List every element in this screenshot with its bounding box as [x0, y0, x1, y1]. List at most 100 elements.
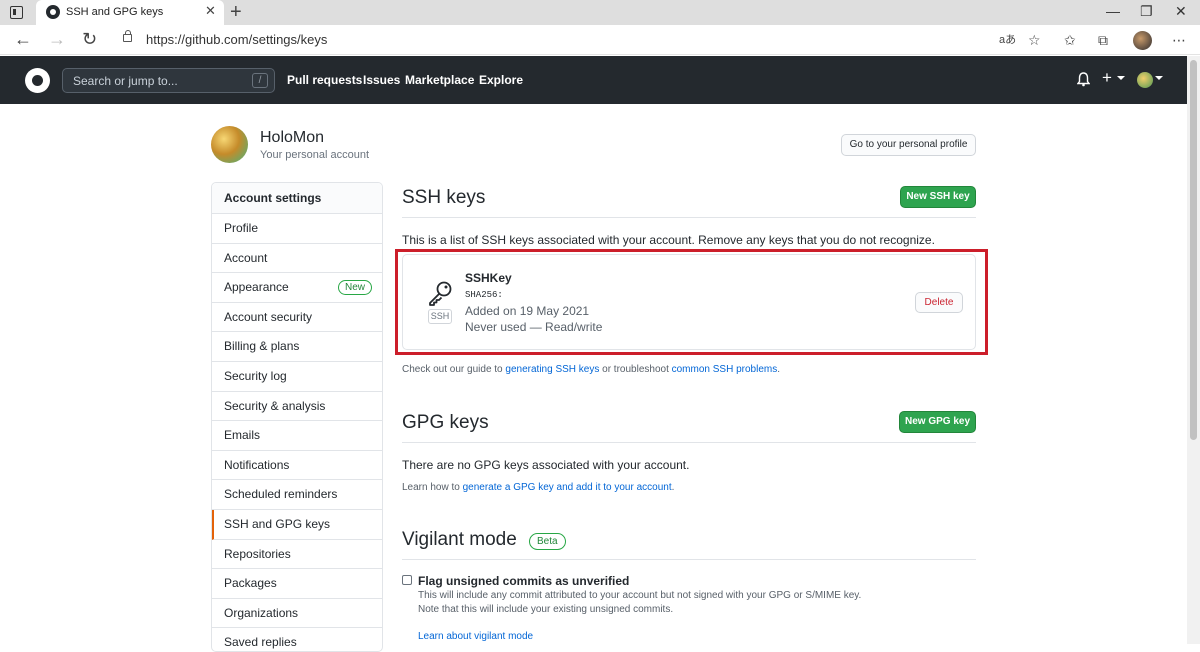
new-gpg-key-button[interactable]: New GPG key	[899, 411, 976, 433]
create-new-icon[interactable]: +	[1102, 68, 1112, 88]
sidebar-item-profile[interactable]: Profile	[212, 214, 382, 244]
personal-profile-button[interactable]: Go to your personal profile	[841, 134, 976, 156]
gpg-empty-text: There are no GPG keys associated with yo…	[402, 458, 690, 472]
page-scrollbar[interactable]	[1187, 56, 1200, 644]
account-name: HoloMon	[260, 129, 325, 146]
sidebar-item-notifications[interactable]: Notifications	[212, 451, 382, 481]
sidebar-item-repositories[interactable]: Repositories	[212, 540, 382, 570]
gpg-help-prefix: Learn how to	[402, 482, 463, 493]
delete-ssh-key-button[interactable]: Delete	[915, 292, 963, 313]
sidebar-item-ssh-gpg-keys[interactable]: SSH and GPG keys	[212, 509, 382, 540]
user-avatar-menu[interactable]	[1137, 72, 1153, 88]
sidebar-item-saved-replies[interactable]: Saved replies	[212, 628, 382, 651]
sidebar-item-organizations[interactable]: Organizations	[212, 599, 382, 629]
sidebar-heading: Account settings	[212, 183, 382, 214]
ssh-type-label: SSH	[428, 309, 452, 324]
ssh-help-suffix: .	[777, 364, 780, 375]
sidebar-item-scheduled-reminders[interactable]: Scheduled reminders	[212, 480, 382, 510]
browser-tab[interactable]: SSH and GPG keys ✕	[36, 0, 224, 25]
gpg-help-text: Learn how to generate a GPG key and add …	[402, 482, 674, 493]
settings-sidebar: Account settings Profile Account Appeara…	[211, 182, 383, 652]
more-icon[interactable]: ⋯	[1172, 32, 1186, 48]
collections-icon[interactable]: ⧉	[1098, 32, 1108, 48]
new-tab-button[interactable]: +	[230, 1, 242, 23]
notifications-bell-icon[interactable]	[1077, 72, 1090, 87]
create-caret-icon[interactable]	[1117, 76, 1125, 80]
maximize-icon[interactable]: ❐	[1140, 3, 1153, 19]
sidebar-item-label: Profile	[224, 221, 259, 235]
ssh-key-added-date: Added on 19 May 2021	[465, 304, 590, 318]
tab-close-icon[interactable]: ✕	[205, 4, 216, 18]
github-favicon-icon	[46, 5, 60, 19]
nav-pull-requests[interactable]: Pull requests	[287, 73, 362, 87]
favorite-add-icon[interactable]: ☆	[1028, 32, 1041, 48]
sidebar-item-label: Scheduled reminders	[224, 487, 338, 502]
search-input[interactable]: Search or jump to... /	[62, 68, 275, 93]
read-aloud-icon[interactable]: aあ	[999, 32, 1016, 48]
refresh-icon[interactable]: ↻	[82, 30, 97, 48]
ssh-description: This is a list of SSH keys associated wi…	[402, 233, 935, 247]
ssh-key-fingerprint: SHA256:	[465, 290, 503, 300]
vigilant-divider	[402, 559, 976, 560]
learn-vigilant-mode-link[interactable]: Learn about vigilant mode	[418, 631, 533, 642]
sidebar-item-packages[interactable]: Packages	[212, 569, 382, 599]
search-placeholder: Search or jump to...	[73, 74, 178, 88]
github-logo-icon[interactable]	[25, 68, 50, 93]
nav-marketplace[interactable]: Marketplace	[405, 73, 474, 87]
sidebar-item-label: SSH and GPG keys	[224, 516, 331, 531]
common-ssh-problems-link[interactable]: common SSH problems	[672, 364, 778, 375]
nav-issues[interactable]: Issues	[363, 73, 400, 87]
gpg-keys-title: GPG keys	[402, 412, 489, 433]
sidebar-item-account[interactable]: Account	[212, 244, 382, 274]
scrollbar-thumb[interactable]	[1190, 60, 1197, 440]
new-ssh-key-button[interactable]: New SSH key	[900, 186, 976, 208]
vigilant-desc-line1: This will include any commit attributed …	[418, 590, 862, 601]
sidebar-item-label: Security & analysis	[224, 398, 326, 413]
nav-explore[interactable]: Explore	[479, 73, 523, 87]
favorites-icon[interactable]: ✩	[1064, 32, 1076, 48]
gpg-divider	[402, 442, 976, 443]
flag-unsigned-commits-checkbox[interactable]	[402, 575, 412, 585]
tab-actions-icon[interactable]	[10, 6, 23, 19]
sidebar-item-label: Repositories	[224, 546, 291, 561]
sidebar-item-label: Saved replies	[224, 635, 297, 650]
forward-icon[interactable]: →	[48, 30, 66, 48]
sidebar-item-label: Notifications	[224, 457, 290, 472]
user-menu-caret-icon[interactable]	[1155, 76, 1163, 80]
search-shortcut-badge: /	[252, 73, 268, 88]
beta-badge: Beta	[529, 533, 566, 550]
sidebar-item-label: Security log	[224, 368, 287, 383]
tab-title: SSH and GPG keys	[66, 6, 164, 18]
ssh-key-usage: Never used — Read/write	[465, 320, 603, 334]
ssh-help-text: Check out our guide to generating SSH ke…	[402, 364, 780, 375]
sidebar-item-label: Billing & plans	[224, 339, 300, 354]
generate-gpg-key-link[interactable]: generate a GPG key and add it to your ac…	[463, 482, 672, 493]
sidebar-item-label: Account	[224, 250, 268, 265]
ssh-divider	[402, 217, 976, 218]
back-icon[interactable]: ←	[14, 30, 32, 48]
vigilant-mode-title: Vigilant mode	[402, 529, 517, 550]
sidebar-item-security-analysis[interactable]: Security & analysis	[212, 392, 382, 422]
sidebar-item-label: Appearance	[224, 280, 289, 295]
vigilant-desc-line2: Note that this will include your existin…	[418, 604, 674, 615]
new-badge: New	[338, 280, 373, 296]
sidebar-item-appearance[interactable]: Appearance New	[212, 273, 382, 303]
generating-ssh-keys-link[interactable]: generating SSH keys	[505, 364, 599, 375]
url-field[interactable]: https://github.com/settings/keys	[146, 32, 327, 47]
ssh-keys-title: SSH keys	[402, 187, 486, 208]
flag-unsigned-commits-label[interactable]: Flag unsigned commits as unverified	[418, 574, 629, 588]
browser-profile-avatar[interactable]	[1133, 31, 1152, 50]
sidebar-item-label: Packages	[224, 576, 277, 591]
sidebar-item-security-log[interactable]: Security log	[212, 362, 382, 392]
ssh-help-prefix: Check out our guide to	[402, 364, 506, 375]
browser-tab-bar: SSH and GPG keys ✕ + — ❐ ✕	[0, 0, 1200, 25]
sidebar-item-emails[interactable]: Emails	[212, 421, 382, 451]
minimize-icon[interactable]: —	[1106, 3, 1120, 19]
lock-icon[interactable]	[123, 30, 132, 42]
sidebar-item-label: Account security	[224, 309, 313, 324]
key-icon	[429, 281, 452, 306]
sidebar-item-billing[interactable]: Billing & plans	[212, 332, 382, 362]
address-bar: ← → ↻ https://github.com/settings/keys a…	[0, 25, 1200, 55]
sidebar-item-account-security[interactable]: Account security	[212, 303, 382, 333]
close-window-icon[interactable]: ✕	[1175, 3, 1187, 19]
